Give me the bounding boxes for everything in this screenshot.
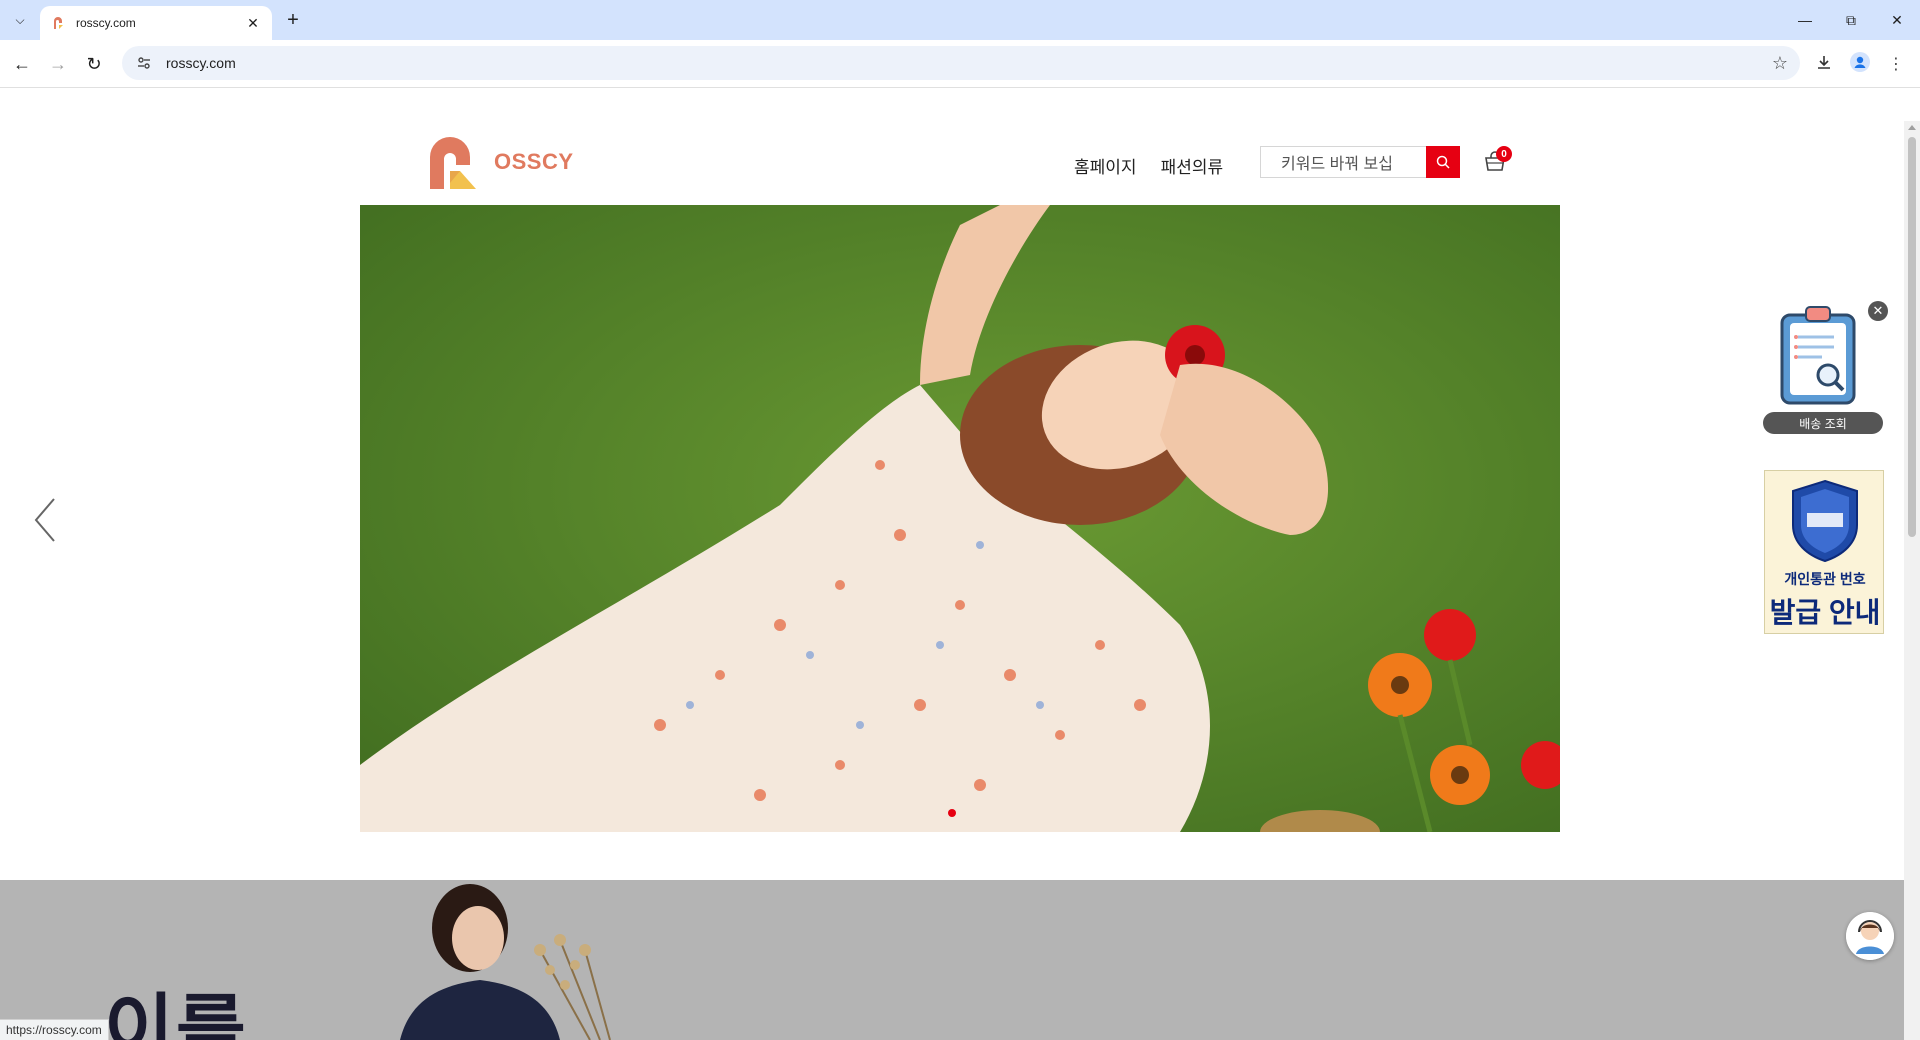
carousel-prev-icon — [34, 498, 55, 542]
download-button[interactable] — [1810, 50, 1838, 78]
main-nav: 홈페이지 패션의류 — [1074, 153, 1223, 178]
page-viewport: OSSCY 홈페이지 패션의류 키워드 바꿔 보십 0 이를 ✕ 배송 조회 개… — [0, 121, 1904, 1040]
promo-headline: 이를 — [104, 988, 248, 1040]
clipboard-search-icon — [1780, 306, 1856, 405]
tab-title: rosscy.com — [76, 16, 136, 30]
reload-icon: ↻ — [86, 53, 102, 74]
widget-close-button[interactable]: ✕ — [1868, 301, 1888, 321]
logo-text: OSSCY — [494, 149, 574, 174]
reload-button[interactable]: ↻ — [80, 50, 108, 78]
nav-item-fashion[interactable]: 패션의류 — [1161, 153, 1224, 178]
hero-photo — [360, 205, 1560, 832]
close-icon: ✕ — [1872, 303, 1884, 318]
forward-button[interactable]: → — [44, 50, 72, 78]
customer-service-button[interactable] — [1846, 912, 1894, 960]
search-icon — [1436, 155, 1450, 169]
browser-tab-strip: ⌵ rosscy.com ✕ + — ⧉ ✕ — [0, 0, 1920, 40]
tab-close-button[interactable]: ✕ — [244, 14, 262, 32]
site-logo[interactable]: OSSCY — [428, 135, 574, 189]
scroll-up-icon[interactable] — [1908, 125, 1916, 130]
customs-line2: 발급 안내 — [1769, 597, 1881, 628]
arrow-right-icon: → — [49, 53, 67, 74]
minimize-button[interactable]: — — [1782, 0, 1828, 40]
page-scrollbar[interactable] — [1904, 121, 1920, 1040]
site-info-icon[interactable] — [136, 55, 152, 71]
site-header: OSSCY 홈페이지 패션의류 키워드 바꿔 보십 0 — [0, 121, 1904, 205]
browser-tab[interactable]: rosscy.com ✕ — [40, 6, 272, 40]
search-placeholder: 키워드 바꿔 보십 — [1281, 156, 1393, 173]
promo-banner[interactable]: 이를 — [0, 880, 1904, 1040]
url-text: rosscy.com — [166, 55, 236, 71]
chevron-down-icon: ⌵ — [15, 12, 25, 27]
window-close-button[interactable]: ✕ — [1874, 0, 1920, 40]
carousel-prev-button[interactable] — [30, 495, 60, 545]
customs-line1: 개인통관 번호 — [1784, 571, 1866, 587]
download-icon — [1816, 54, 1832, 75]
search-input[interactable]: 키워드 바꿔 보십 — [1260, 146, 1428, 178]
plus-icon: + — [287, 8, 299, 31]
arrow-left-icon: ← — [13, 53, 31, 74]
delivery-tracking-label[interactable]: 배송 조회 — [1763, 412, 1883, 434]
hero-banner-image[interactable] — [360, 205, 1560, 832]
star-icon[interactable]: ☆ — [1772, 53, 1788, 74]
customs-clearance-banner[interactable]: 개인통관 번호 발급 안내 — [1764, 470, 1884, 634]
support-agent-icon — [1846, 912, 1894, 960]
logo-mark-icon — [428, 135, 482, 189]
close-icon: ✕ — [1891, 11, 1903, 28]
scrollbar-thumb[interactable] — [1908, 137, 1916, 537]
profile-button[interactable] — [1846, 50, 1874, 78]
nav-item-home[interactable]: 홈페이지 — [1074, 153, 1137, 178]
korea-customs-emblem-icon — [1792, 479, 1858, 563]
restore-icon: ⧉ — [1846, 11, 1856, 28]
cart-count-badge: 0 — [1496, 146, 1512, 162]
tab-search-button[interactable]: ⌵ — [8, 8, 32, 32]
kebab-menu-icon: ⋮ — [1888, 56, 1904, 73]
rosscy-favicon-icon — [52, 16, 66, 30]
browser-toolbar: ← → ↻ rosscy.com ☆ ⋮ — [0, 40, 1920, 88]
back-button[interactable]: ← — [8, 50, 36, 78]
browser-menu-button[interactable]: ⋮ — [1882, 50, 1910, 78]
address-bar[interactable]: rosscy.com ☆ — [122, 46, 1800, 80]
search-button[interactable] — [1426, 146, 1460, 178]
status-bar-url: https://rosscy.com — [0, 1019, 109, 1040]
new-tab-button[interactable]: + — [282, 9, 304, 31]
profile-icon — [1850, 51, 1870, 77]
minimize-icon: — — [1798, 12, 1812, 28]
promo-model-image — [400, 884, 611, 1040]
carousel-active-dot[interactable] — [948, 809, 956, 817]
restore-button[interactable]: ⧉ — [1828, 0, 1874, 40]
